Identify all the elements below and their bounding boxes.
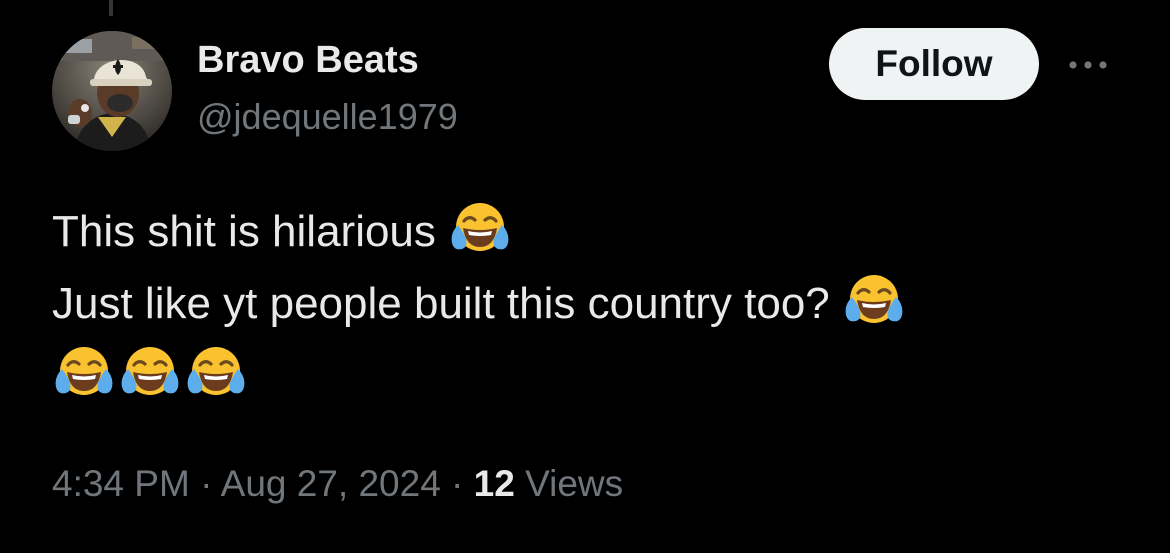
tweet-line-1-text: This shit is hilarious (52, 207, 449, 256)
face-with-tears-of-joy-icon (118, 341, 182, 405)
tweet-date[interactable]: Aug 27, 2024 (221, 463, 441, 504)
tweet-line-3 (52, 340, 1132, 412)
tweet-metadata: 4:34 PM · Aug 27, 2024 · 12 Views (52, 462, 623, 506)
author-display-name[interactable]: Bravo Beats (197, 38, 419, 82)
face-with-tears-of-joy-icon (52, 341, 116, 405)
tweet-line-2: Just like yt people built this country t… (52, 268, 1132, 340)
avatar[interactable] (52, 31, 172, 151)
face-with-tears-of-joy-icon (448, 197, 512, 261)
face-with-tears-of-joy-icon (184, 341, 248, 405)
more-horizontal-icon (1069, 61, 1107, 69)
views-label[interactable]: Views (515, 463, 623, 504)
tweet-time[interactable]: 4:34 PM (52, 463, 190, 504)
follow-button[interactable]: Follow (829, 28, 1039, 100)
face-with-tears-of-joy-icon (842, 269, 906, 333)
more-options-button[interactable] (1062, 48, 1114, 82)
avatar-photo (52, 31, 172, 151)
meta-separator: · (440, 463, 474, 504)
views-count[interactable]: 12 (474, 463, 515, 504)
tweet-line-2-text: Just like yt people built this country t… (52, 279, 842, 328)
thread-connector-line (109, 0, 113, 16)
tweet-line-1: This shit is hilarious (52, 196, 1132, 268)
author-handle[interactable]: @jdequelle1979 (197, 96, 458, 138)
meta-separator: · (189, 463, 221, 504)
tweet-text: This shit is hilarious Just like yt peop… (52, 196, 1132, 412)
